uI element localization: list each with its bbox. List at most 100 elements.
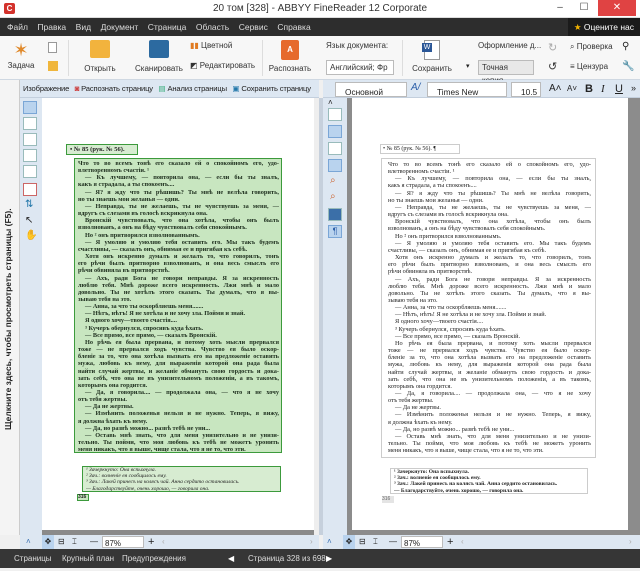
closeup-tab[interactable]: Крупный план — [62, 549, 114, 568]
pages-sidebar-toggle[interactable]: Щелкните здесь, чтобы просмотреть страни… — [0, 80, 20, 535]
save-button[interactable]: W Сохранить — [410, 40, 454, 73]
minimize-button[interactable]: – — [548, 0, 572, 16]
layout-select[interactable]: Точная копия⌄ — [478, 60, 534, 85]
hand-icon[interactable]: ✋ — [25, 230, 37, 241]
save-page-button[interactable]: ▣ Сохранить страницу — [232, 80, 311, 98]
background-area-tool-icon[interactable] — [23, 165, 37, 178]
edit-image-button[interactable]: ◩ Редактировать — [190, 61, 255, 70]
page-number-region[interactable]: 316 — [77, 494, 89, 501]
new-document-icon[interactable] — [48, 42, 57, 53]
font-size-select[interactable]: 10.5 — [511, 82, 541, 97]
save-options-arrow[interactable]: ▾ — [466, 62, 470, 70]
style-select[interactable]: Основной текст⌄ — [335, 82, 407, 133]
font-select[interactable]: Times New Roman⌄ — [427, 82, 507, 133]
menu-file[interactable]: Файл — [7, 18, 28, 36]
underline-icon[interactable]: U — [615, 83, 623, 95]
header-region[interactable]: • № 85 (рук. № 56). — [66, 144, 138, 155]
scroll-left-icon[interactable]: ‹ — [461, 535, 464, 549]
increase-font-icon[interactable]: A˄ — [549, 83, 562, 94]
scroll-right-icon[interactable]: › — [310, 535, 313, 549]
menu-help[interactable]: Справка — [277, 18, 310, 36]
next-page-icon[interactable]: ▶ — [326, 549, 332, 568]
menu-edit[interactable]: Правка — [37, 18, 66, 36]
more-icon[interactable]: » — [631, 83, 636, 93]
pilcrow-icon[interactable]: ¶ — [328, 225, 342, 238]
menu-area[interactable]: Область — [196, 18, 229, 36]
maximize-button[interactable]: ☐ — [572, 0, 596, 16]
text-area-tool-icon[interactable] — [23, 133, 37, 146]
collapse-icon[interactable]: ˄ — [328, 98, 333, 107]
text-region[interactable]: Что то во всемъ тонѣ его сказало ей о сп… — [74, 158, 282, 453]
fit-page-icon[interactable]: ✥ — [42, 535, 54, 549]
text-line: довольно. Ты не хотѣлъ этого сказать. Ты… — [388, 289, 591, 297]
text-line: влетворенномъ счастіи. ¹ — [78, 167, 150, 175]
italic-icon[interactable]: I — [601, 83, 605, 95]
fit-width-icon[interactable]: ⊟ — [359, 535, 366, 549]
zoom-out-icon[interactable]: — — [389, 535, 397, 549]
fit-height-icon[interactable]: ⌶ — [72, 535, 77, 549]
scroll-left-icon[interactable]: ‹ — [162, 535, 165, 549]
text-line: — Я? я жду что ты рѣшишь? Ты мнѣ не велѣ… — [85, 188, 279, 196]
menu-document[interactable]: Документ — [101, 18, 139, 36]
line-break-icon[interactable] — [328, 142, 342, 155]
delete-area-tool-icon[interactable] — [23, 183, 37, 196]
fit-page-icon[interactable]: ✥ — [343, 535, 355, 549]
fit-height-icon[interactable]: ⌶ — [373, 535, 378, 549]
wrench-icon[interactable]: 🔧 — [622, 61, 634, 72]
collapse-up-icon[interactable]: ˄ — [26, 535, 31, 549]
footnote-block[interactable]: ¹ Зачеркнуто: Она вспыхнула. ² Зач.: волн… — [390, 468, 588, 494]
language-value: Английский; Фр — [330, 63, 388, 72]
font-style-icon[interactable]: A/ — [411, 82, 420, 93]
decrease-font-icon[interactable]: A˅ — [567, 84, 577, 93]
fit-width-icon[interactable]: ⊟ — [58, 535, 65, 549]
pointer-icon[interactable]: ↖ — [25, 215, 33, 226]
page-view-icon[interactable] — [328, 125, 342, 138]
pages-tab[interactable]: Страницы — [14, 549, 52, 568]
picture-area-tool-icon[interactable] — [23, 117, 37, 130]
table-area-tool-icon[interactable] — [23, 149, 37, 162]
footnote-region[interactable]: ¹ Зачеркнуто: Она вспыхнула. ² Зач.: волн… — [82, 466, 281, 492]
binoculars-icon[interactable]: ⚲ — [622, 41, 629, 52]
find-icon[interactable]: ⌕ — [330, 191, 336, 202]
menu-service[interactable]: Сервис — [239, 18, 268, 36]
warnings-tab[interactable]: Предупреждения — [122, 549, 186, 568]
columns-icon[interactable] — [328, 159, 342, 172]
language-select[interactable]: Английский; Фр⌄ — [326, 60, 394, 85]
open-image-icon[interactable] — [48, 61, 58, 71]
text-block[interactable]: Что то во всемъ тонѣ его сказало ей о сп… — [381, 158, 596, 458]
bold-icon[interactable]: B — [585, 83, 593, 95]
zoom-out-icon[interactable]: — — [90, 535, 98, 549]
recognize-page-button[interactable]: ◙ Распознать страницу — [75, 80, 153, 98]
undo-icon[interactable]: ↺ — [548, 60, 557, 73]
redo-icon[interactable]: ↻ — [548, 41, 557, 54]
zoom-in-icon[interactable]: + — [148, 535, 154, 549]
layout-label: Оформление д... — [478, 41, 542, 50]
menu-page[interactable]: Страница — [148, 18, 187, 36]
zoom-select[interactable]: 87% — [401, 536, 443, 548]
color-button[interactable]: ▮▮ Цветной — [190, 41, 232, 50]
task-button[interactable]: ✶ Задача — [6, 40, 36, 70]
previous-page-icon[interactable]: ◀ — [228, 549, 234, 568]
text-line: которымъ она гордится. — [78, 381, 148, 389]
menu-view[interactable]: Вид — [76, 18, 91, 36]
censor-button[interactable]: ≡ Цензура — [570, 62, 608, 71]
image-pane[interactable]: • № 85 (рук. № 56). Что то во всемъ тонѣ… — [42, 98, 314, 530]
collapse-up-icon[interactable]: ˄ — [327, 535, 332, 549]
recognition-area-tool-icon[interactable] — [23, 101, 37, 114]
text-pane[interactable]: • № 85 (рук. № 56). ¶ Что то во всемъ то… — [352, 98, 628, 530]
header-paragraph[interactable]: • № 85 (рук. № 56). ¶ — [380, 144, 460, 154]
analyze-page-button[interactable]: ▤ Анализ страницы — [158, 80, 227, 98]
verify-text-icon[interactable]: ⌕ — [330, 175, 336, 186]
close-button[interactable]: ✕ — [598, 0, 636, 16]
scroll-right-icon[interactable]: › — [629, 535, 632, 549]
check-button[interactable]: ⌕ Проверка — [570, 42, 613, 52]
zoom-select[interactable]: 87% — [102, 536, 144, 548]
order-areas-icon[interactable]: ⇅ — [25, 199, 33, 210]
scan-button[interactable]: Сканировать — [134, 40, 184, 73]
show-image-icon[interactable] — [328, 108, 342, 121]
rate-us-button[interactable]: ★ Оцените нас — [567, 18, 640, 36]
zoom-in-icon[interactable]: + — [447, 535, 453, 549]
open-button[interactable]: Открыть — [80, 40, 120, 73]
format-icon[interactable] — [328, 208, 342, 221]
recognize-button[interactable]: A Распознать — [268, 40, 312, 73]
